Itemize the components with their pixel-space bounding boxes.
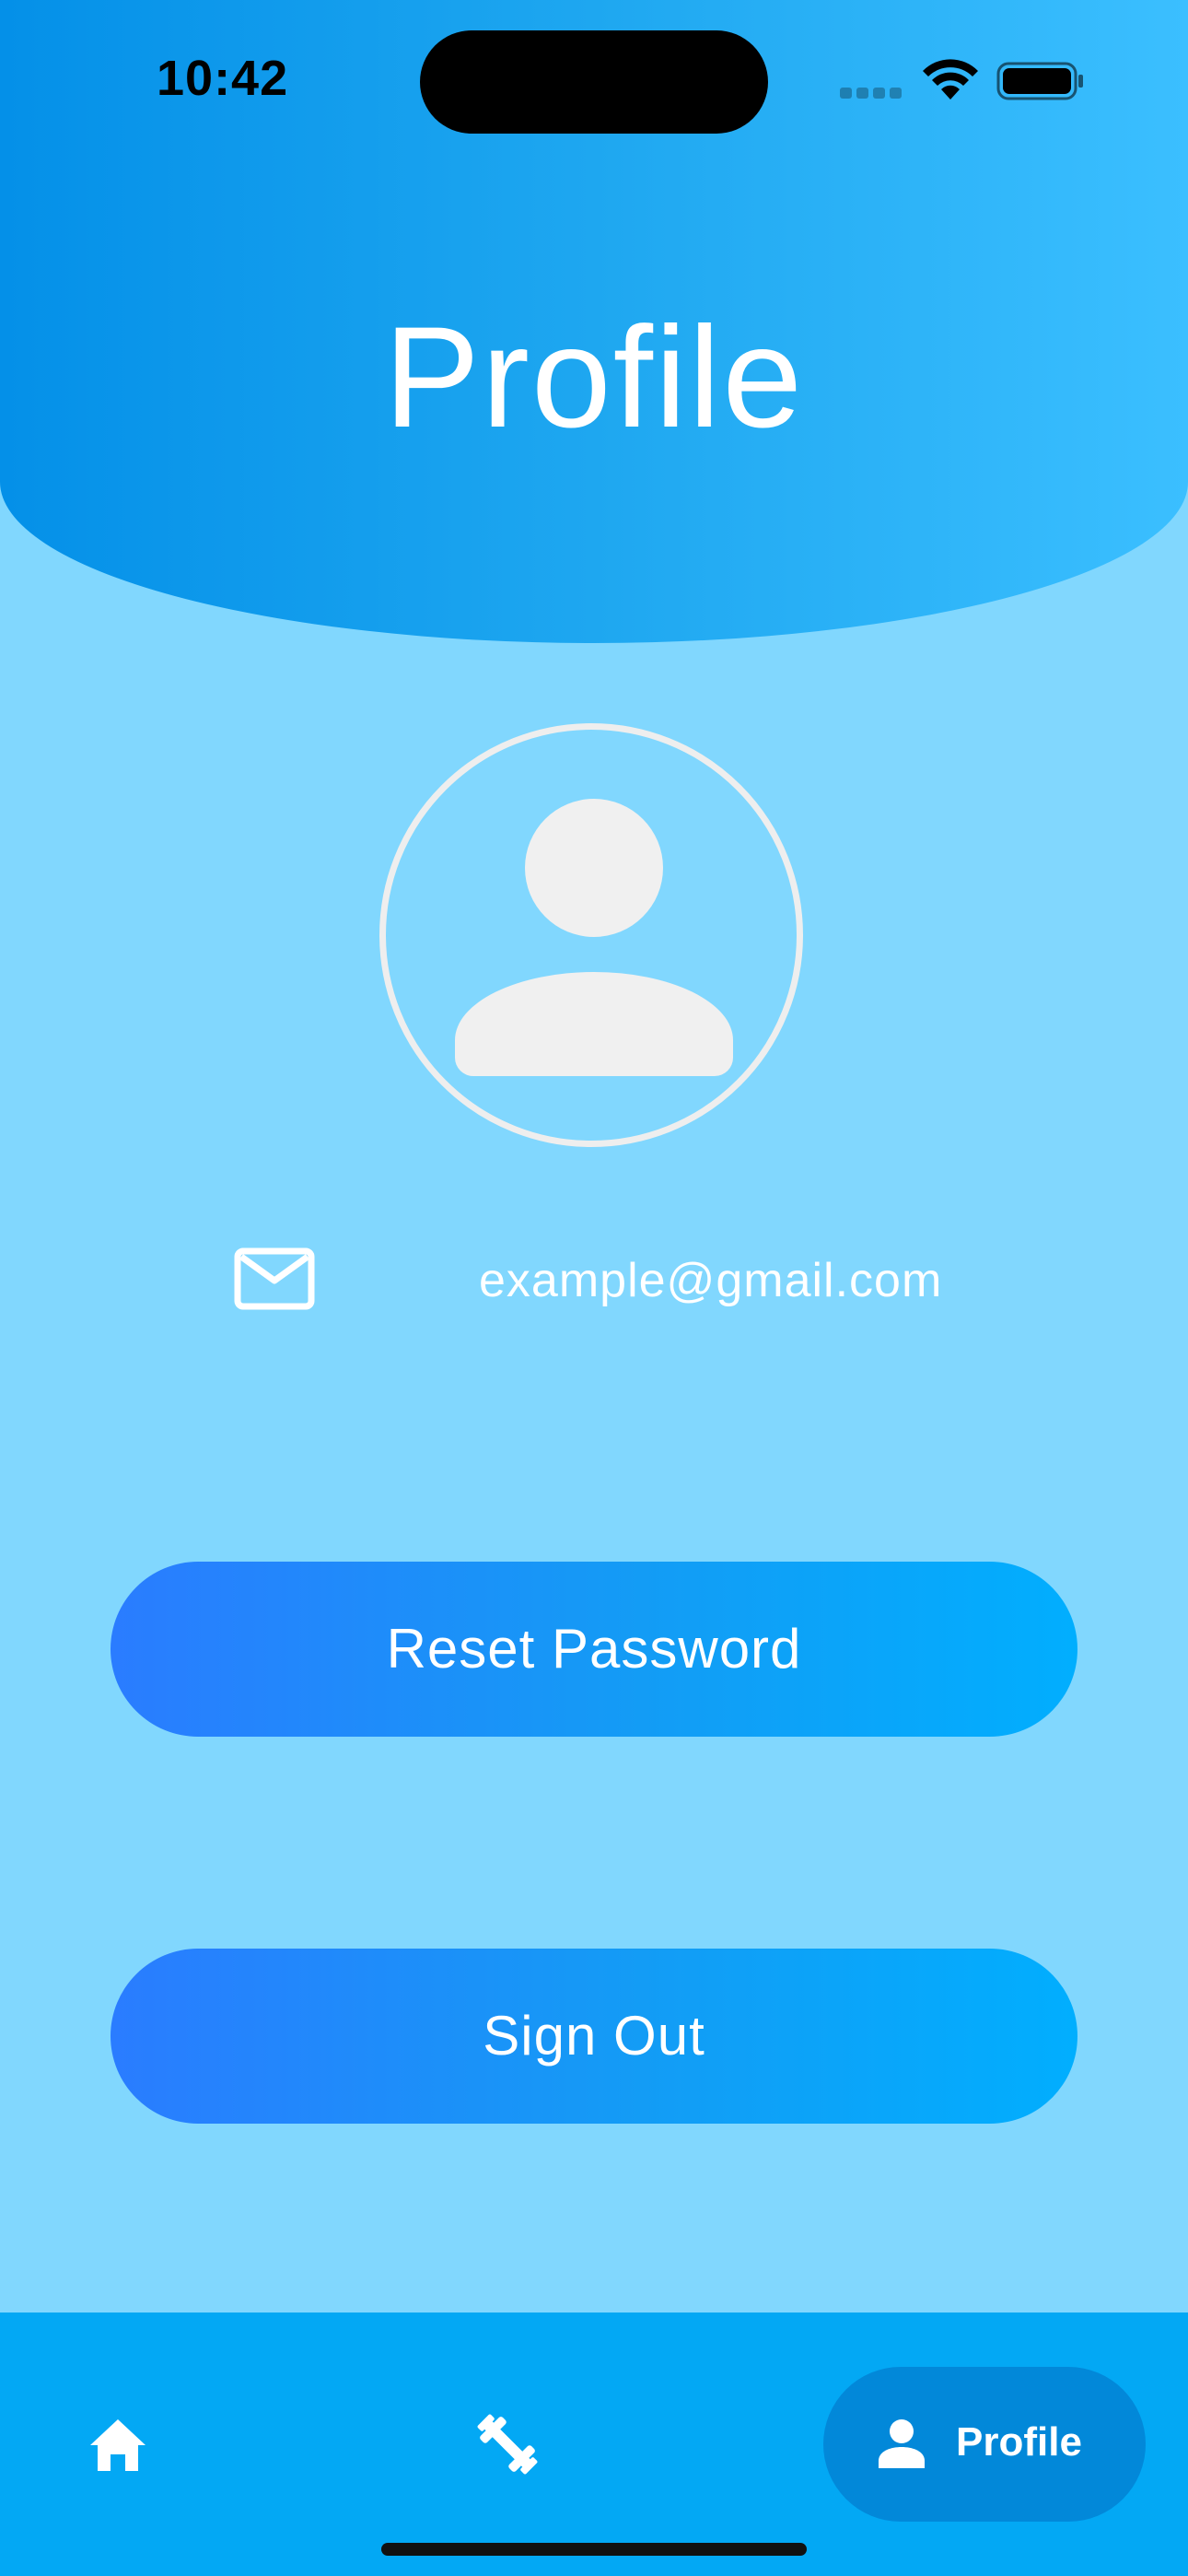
tab-profile-label: Profile <box>956 2419 1082 2465</box>
wifi-icon <box>923 59 978 100</box>
person-icon <box>879 2419 925 2468</box>
mail-icon <box>234 1247 315 1310</box>
dynamic-island <box>420 30 768 134</box>
person-icon <box>525 799 663 937</box>
email-value: example@gmail.com <box>479 1254 943 1307</box>
tab-profile[interactable]: Profile <box>823 2367 1146 2522</box>
status-time: 10:42 <box>157 51 289 106</box>
dumbbell-icon[interactable] <box>473 2410 542 2478</box>
page-title: Profile <box>383 298 805 458</box>
reset-password-button[interactable]: Reset Password <box>111 1562 1077 1737</box>
status-bar: 10:42 <box>0 0 1188 157</box>
home-icon[interactable] <box>88 2418 147 2473</box>
battery-icon <box>996 62 1083 100</box>
cellular-signal-icon <box>840 87 906 99</box>
home-indicator <box>381 2543 807 2556</box>
sign-out-button[interactable]: Sign Out <box>111 1949 1077 2124</box>
